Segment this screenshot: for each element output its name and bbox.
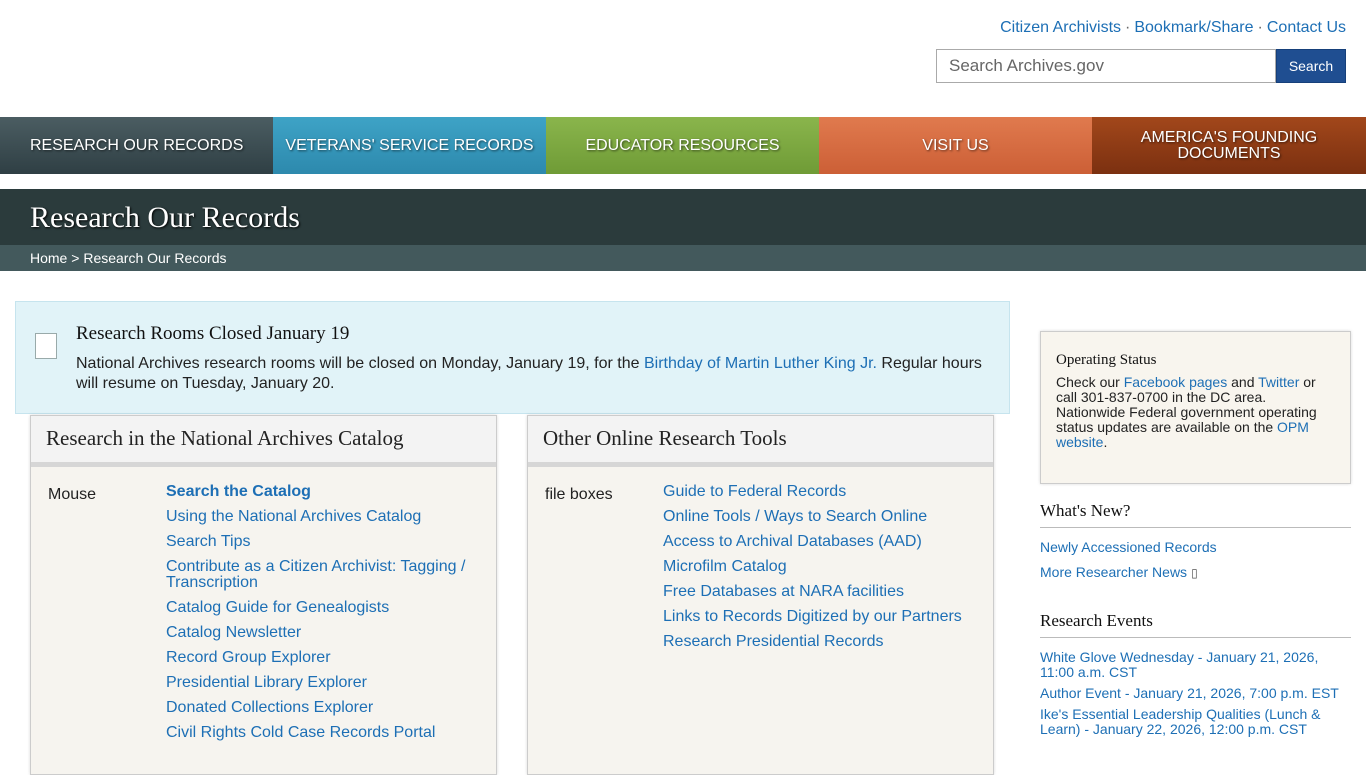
- breadcrumb-home[interactable]: Home: [30, 250, 67, 266]
- mouse-image: Mouse: [48, 486, 96, 504]
- main-navigation: RESEARCH OUR RECORDS VETERANS' SERVICE R…: [0, 117, 1366, 174]
- breadcrumb-separator: >: [71, 250, 80, 266]
- whats-new-item[interactable]: More Researcher News ▯: [1040, 565, 1351, 581]
- catalog-link[interactable]: Donated Collections Explorer: [166, 700, 476, 716]
- whats-new-list: Newly Accessioned Records More Researche…: [1040, 540, 1351, 581]
- file-boxes-image-alt: file boxes: [545, 486, 613, 503]
- facebook-link[interactable]: Facebook pages: [1124, 374, 1228, 390]
- nav-visit-us[interactable]: VISIT US: [819, 117, 1092, 174]
- catalog-link[interactable]: Search Tips: [166, 534, 476, 550]
- alert-title: Research Rooms Closed January 19: [76, 323, 350, 344]
- twitter-link[interactable]: Twitter: [1258, 374, 1299, 390]
- bookmark-share-link[interactable]: Bookmark/Share: [1134, 19, 1253, 36]
- contact-us-link[interactable]: Contact Us: [1267, 19, 1346, 36]
- operating-status-box: Operating Status Check our Facebook page…: [1040, 331, 1351, 484]
- operating-status-text-4: .: [1103, 434, 1108, 450]
- catalog-panel: Research in the National Archives Catalo…: [30, 415, 497, 775]
- breadcrumb-current: Research Our Records: [83, 250, 227, 266]
- alert-text: National Archives research rooms will be…: [76, 354, 991, 394]
- citizen-archivists-link[interactable]: Citizen Archivists: [1000, 19, 1121, 36]
- utility-separator: ·: [1257, 19, 1263, 36]
- tools-link[interactable]: Guide to Federal Records: [663, 484, 973, 500]
- nav-research-our-records[interactable]: RESEARCH OUR RECORDS: [0, 117, 273, 174]
- alert-banner: Research Rooms Closed January 19 Nationa…: [15, 301, 1010, 414]
- event-item[interactable]: Author Event - January 21, 2026, 7:00 p.…: [1040, 686, 1351, 701]
- research-events-section: Research Events White Glove Wednesday - …: [1040, 611, 1351, 737]
- whats-new-section: What's New? Newly Accessioned Records Mo…: [1040, 501, 1351, 581]
- catalog-panel-title: Research in the National Archives Catalo…: [46, 426, 404, 450]
- whats-new-item[interactable]: Newly Accessioned Records: [1040, 540, 1351, 555]
- nav-veterans-service-records[interactable]: VETERANS' SERVICE RECORDS: [273, 117, 546, 174]
- tools-link[interactable]: Links to Records Digitized by our Partne…: [663, 609, 973, 625]
- nav-founding-documents[interactable]: AMERICA'S FOUNDING DOCUMENTS: [1092, 117, 1366, 174]
- whats-new-title: What's New?: [1040, 501, 1351, 528]
- tools-link[interactable]: Research Presidential Records: [663, 634, 973, 650]
- tools-link[interactable]: Microfilm Catalog: [663, 559, 973, 575]
- search-button[interactable]: Search: [1276, 49, 1346, 83]
- breadcrumb: Home > Research Our Records: [0, 245, 1366, 271]
- utility-separator: ·: [1125, 19, 1131, 36]
- catalog-link[interactable]: Using the National Archives Catalog: [166, 509, 476, 525]
- utility-links: Citizen Archivists · Bookmark/Share · Contac…: [1000, 19, 1346, 37]
- sidebar: Operating Status Check our Facebook page…: [1040, 331, 1351, 737]
- catalog-links: Search the Catalog Using the National Ar…: [166, 484, 476, 750]
- alert-icon: [35, 333, 57, 359]
- mouse-image-alt: Mouse: [48, 486, 97, 503]
- search-input[interactable]: Search Archives.gov: [936, 49, 1276, 83]
- tools-link[interactable]: Free Databases at NARA facilities: [663, 584, 973, 600]
- catalog-link[interactable]: Catalog Newsletter: [166, 625, 476, 641]
- tools-links: Guide to Federal Records Online Tools / …: [663, 484, 973, 659]
- file-boxes-image: file boxes: [545, 486, 613, 504]
- operating-status-text-1: Check our: [1056, 374, 1124, 390]
- operating-status-text: Check our Facebook pages and Twitter or …: [1056, 375, 1335, 450]
- tools-link[interactable]: Access to Archival Databases (AAD): [663, 534, 973, 550]
- alert-text-start: National Archives research rooms will be…: [76, 355, 644, 372]
- external-box-icon: ▯: [1191, 566, 1198, 580]
- tools-link[interactable]: Online Tools / Ways to Search Online: [663, 509, 973, 525]
- catalog-link[interactable]: Record Group Explorer: [166, 650, 476, 666]
- tools-panel-header: Other Online Research Tools: [528, 416, 993, 467]
- event-item[interactable]: Ike's Essential Leadership Qualities (Lu…: [1040, 707, 1351, 737]
- catalog-link[interactable]: Search the Catalog: [166, 484, 476, 500]
- operating-status-title: Operating Status: [1056, 352, 1157, 368]
- catalog-link[interactable]: Catalog Guide for Genealogists: [166, 600, 476, 616]
- event-item[interactable]: White Glove Wednesday - January 21, 2026…: [1040, 650, 1351, 680]
- nav-educator-resources[interactable]: EDUCATOR RESOURCES: [546, 117, 819, 174]
- tools-panel: Other Online Research Tools file boxes G…: [527, 415, 994, 775]
- more-news-label: More Researcher News: [1040, 564, 1188, 580]
- page-header: Research Our Records: [0, 189, 1366, 245]
- research-events-title: Research Events: [1040, 611, 1351, 638]
- catalog-link[interactable]: Presidential Library Explorer: [166, 675, 476, 691]
- catalog-link[interactable]: Contribute as a Citizen Archivist: Taggi…: [166, 559, 476, 591]
- catalog-panel-header: Research in the National Archives Catalo…: [31, 416, 496, 467]
- catalog-link[interactable]: Civil Rights Cold Case Records Portal: [166, 725, 476, 741]
- research-events-list: White Glove Wednesday - January 21, 2026…: [1040, 650, 1351, 737]
- operating-status-text-2: and: [1227, 374, 1259, 390]
- mlk-birthday-link[interactable]: Birthday of Martin Luther King Jr.: [644, 355, 877, 372]
- tools-panel-title: Other Online Research Tools: [543, 426, 787, 450]
- page-title: Research Our Records: [30, 201, 300, 234]
